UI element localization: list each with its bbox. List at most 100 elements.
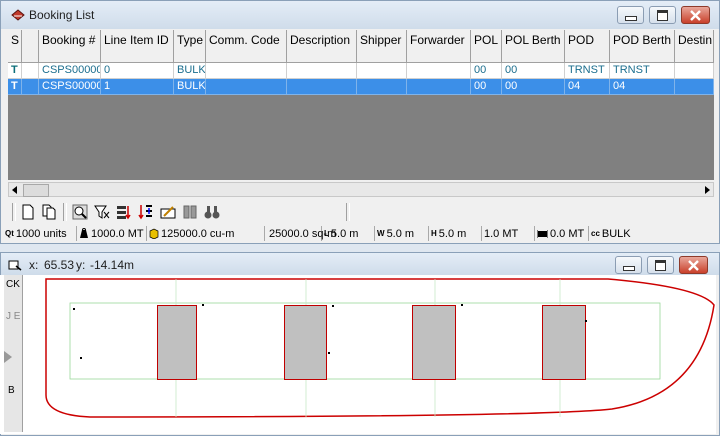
cell-s: T bbox=[8, 79, 22, 95]
col-header-pol-berth[interactable]: POL Berth bbox=[502, 30, 565, 63]
volume-status: 125000.0 cu-m bbox=[147, 226, 265, 241]
coord-y-label: y: bbox=[76, 258, 86, 272]
cargo-block[interactable] bbox=[585, 320, 645, 382]
cargo-class-status: cc BULK bbox=[591, 227, 631, 240]
weight-status: 1000.0 MT bbox=[77, 226, 147, 241]
cell-s: T bbox=[8, 63, 22, 79]
cell-booking: CSPS00000 bbox=[39, 63, 101, 79]
cell-shipper bbox=[357, 79, 407, 95]
minimize-icon bbox=[624, 15, 637, 21]
cell-destination bbox=[675, 79, 714, 95]
col-header-pol[interactable]: POL bbox=[471, 30, 502, 63]
area-status: 25000.0 sq-m bbox=[265, 226, 336, 241]
maximize-button[interactable] bbox=[647, 256, 674, 274]
find-icon[interactable] bbox=[72, 204, 88, 220]
copy-icon[interactable] bbox=[41, 204, 57, 220]
col-header-shipper[interactable]: Shipper bbox=[357, 30, 407, 63]
cargo-block[interactable] bbox=[328, 352, 410, 373]
scroll-left-icon[interactable] bbox=[12, 186, 17, 194]
toolbar-separator bbox=[12, 203, 16, 221]
cell-pod: 04 bbox=[565, 79, 610, 95]
coord-x-label: x: bbox=[29, 258, 39, 272]
secondary-weight-status: 0.0 MT bbox=[535, 226, 589, 241]
binoculars-icon[interactable] bbox=[204, 204, 220, 220]
cargo-slot[interactable] bbox=[585, 320, 587, 322]
close-icon bbox=[690, 9, 701, 21]
hatch-cover[interactable] bbox=[157, 305, 197, 380]
height-label: H bbox=[431, 229, 437, 238]
cargo-slot[interactable] bbox=[328, 352, 330, 354]
cargo-slot[interactable] bbox=[461, 304, 463, 306]
cell-blank bbox=[22, 63, 39, 79]
col-header-line-item[interactable]: Line Item ID bbox=[101, 30, 174, 63]
quantity-icon: Qt bbox=[5, 229, 14, 238]
cargo-block[interactable] bbox=[73, 308, 155, 329]
cargo-block[interactable] bbox=[80, 357, 141, 379]
hatch-cover[interactable] bbox=[542, 305, 586, 380]
cargo-slot[interactable] bbox=[73, 308, 75, 310]
booking-list-titlebar[interactable]: Booking List bbox=[1, 1, 719, 29]
stow-icon[interactable] bbox=[138, 204, 154, 220]
toolbar-separator bbox=[63, 203, 67, 221]
table-row[interactable]: T CSPS00000 1 BULK 00 00 04 04 bbox=[8, 79, 714, 95]
cell-forwarder bbox=[407, 79, 471, 95]
table-row[interactable]: T CSPS00000 0 BULK 00 00 TRNST TRNST bbox=[8, 63, 714, 79]
cargo-block[interactable] bbox=[461, 304, 543, 365]
cell-shipper bbox=[357, 63, 407, 79]
filter-icon[interactable] bbox=[94, 204, 110, 220]
maximize-button[interactable] bbox=[649, 6, 676, 24]
horizontal-scrollbar[interactable] bbox=[8, 182, 714, 197]
minimize-button[interactable] bbox=[617, 6, 644, 24]
col-header-description[interactable]: Description bbox=[287, 30, 357, 63]
cargo-status-bar: Qt 1000 units 1000.0 MT 125000.0 cu-m 250… bbox=[1, 226, 719, 242]
coord-y-value: -14.14m bbox=[90, 258, 135, 272]
deck-canvas[interactable]: CK J E B bbox=[0, 275, 716, 434]
print-icon[interactable] bbox=[182, 204, 198, 220]
deck-view-titlebar[interactable]: x: 65.53 y: -14.14m bbox=[1, 253, 719, 275]
col-header-forwarder[interactable]: Forwarder bbox=[407, 30, 471, 63]
cell-pol: 00 bbox=[471, 79, 502, 95]
col-header-booking[interactable]: Booking # bbox=[39, 30, 101, 63]
close-icon bbox=[688, 259, 699, 271]
cell-line-item: 1 bbox=[101, 79, 174, 95]
close-button[interactable] bbox=[681, 6, 710, 24]
col-header-blank[interactable] bbox=[22, 30, 39, 63]
unit-weight-status: 1.0 MT bbox=[482, 226, 535, 241]
booking-grid: S Booking # Line Item ID Type Comm. Code… bbox=[8, 30, 714, 180]
height-status: H 5.0 m bbox=[429, 226, 482, 241]
minimize-button[interactable] bbox=[615, 256, 642, 274]
cell-pol-berth: 00 bbox=[502, 79, 565, 95]
cargo-class-label: cc bbox=[591, 229, 600, 238]
cell-blank bbox=[22, 79, 39, 95]
col-header-pod-berth[interactable]: POD Berth bbox=[610, 30, 675, 63]
edit-icon[interactable] bbox=[160, 204, 176, 220]
minimize-icon bbox=[622, 265, 635, 271]
cell-pol: 00 bbox=[471, 63, 502, 79]
booking-toolbar bbox=[8, 200, 714, 224]
sort-icon[interactable] bbox=[116, 204, 132, 220]
cell-pod: TRNST bbox=[565, 63, 610, 79]
scroll-thumb[interactable] bbox=[23, 184, 49, 197]
cargo-slot[interactable] bbox=[80, 357, 82, 359]
col-header-destination[interactable]: Destin bbox=[675, 30, 714, 63]
deck-view-icon bbox=[8, 260, 22, 271]
grid-header: S Booking # Line Item ID Type Comm. Code… bbox=[8, 30, 714, 63]
hatch-cover[interactable] bbox=[412, 305, 456, 380]
col-header-type[interactable]: Type bbox=[174, 30, 206, 63]
cargo-slot[interactable] bbox=[332, 305, 334, 307]
cargo-block[interactable] bbox=[202, 304, 284, 365]
scroll-right-icon[interactable] bbox=[705, 186, 710, 194]
close-button[interactable] bbox=[679, 256, 708, 274]
cell-description bbox=[287, 63, 357, 79]
hatch-cover[interactable] bbox=[284, 305, 327, 380]
new-icon[interactable] bbox=[20, 204, 36, 220]
cargo-slot[interactable] bbox=[202, 304, 204, 306]
col-header-pod[interactable]: POD bbox=[565, 30, 610, 63]
cargo-block[interactable] bbox=[332, 305, 412, 345]
col-header-comm-code[interactable]: Comm. Code bbox=[206, 30, 287, 63]
col-header-s[interactable]: S bbox=[8, 30, 22, 63]
cell-forwarder bbox=[407, 63, 471, 79]
cell-pol-berth: 00 bbox=[502, 63, 565, 79]
cell-comm-code bbox=[206, 79, 287, 95]
booking-list-window: Booking List S Booking # Line Item ID Ty… bbox=[0, 0, 720, 244]
